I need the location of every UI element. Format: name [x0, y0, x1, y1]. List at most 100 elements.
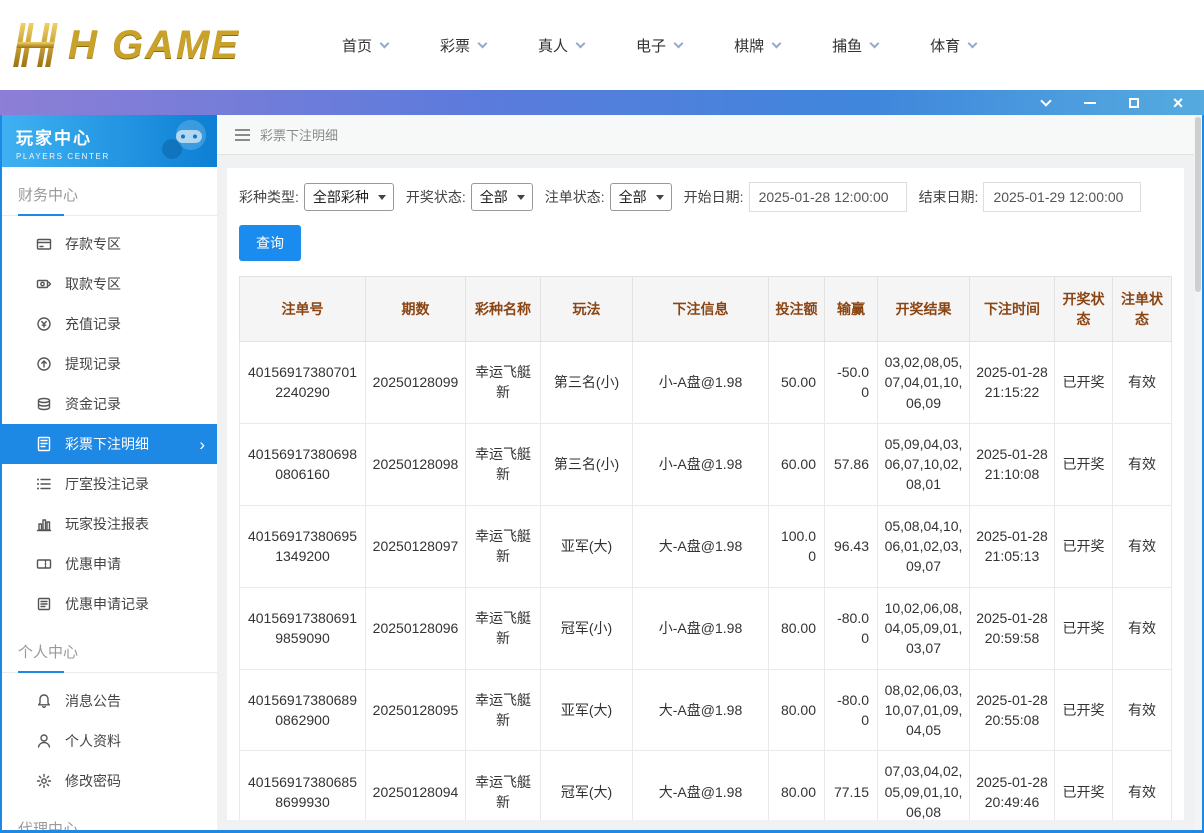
cell-bet-info: 大-A盘@1.98 — [633, 751, 769, 820]
end-date-input[interactable] — [983, 182, 1141, 212]
start-date-input[interactable] — [749, 182, 907, 212]
sidebar: 玩家中心 PLAYERS CENTER 财务中心 — [2, 115, 217, 830]
cell-win-loss: -50.00 — [825, 342, 878, 424]
cell-play-type: 冠军(小) — [541, 587, 633, 669]
table-row: 40156917380685869993020250128094幸运飞艇新冠军(… — [240, 751, 1172, 820]
recharge-record-icon — [36, 316, 52, 332]
chevron-right-icon: › — [199, 436, 205, 453]
lottery-type-select[interactable]: 全部彩种 — [304, 183, 394, 211]
sidebar-item-profile[interactable]: 个人资料 — [2, 721, 217, 761]
cell-draw-status: 已开奖 — [1055, 587, 1113, 669]
cell-lottery-name: 幸运飞艇新 — [466, 669, 541, 751]
cell-lottery-name: 幸运飞艇新 — [466, 342, 541, 424]
deposit-card-icon — [36, 236, 52, 252]
app-logo[interactable]: H GAME — [14, 23, 304, 68]
column-header-play-type: 玩法 — [541, 277, 633, 342]
sidebar-item-label: 优惠申请 — [65, 554, 121, 574]
sidebar-item-announcements[interactable]: 消息公告 — [2, 681, 217, 721]
cell-bet-info: 小-A盘@1.98 — [633, 423, 769, 505]
cell-draw-result: 05,09,04,03,06,07,10,02,08,01 — [878, 423, 970, 505]
table-header-row: 注单号期数彩种名称玩法下注信息投注额输赢开奖结果下注时间开奖状态注单状态 — [240, 277, 1172, 342]
bet-records-table: 注单号期数彩种名称玩法下注信息投注额输赢开奖结果下注时间开奖状态注单状态 401… — [239, 276, 1172, 820]
cell-bet-id: 401569173806951349200 — [240, 505, 366, 587]
sidebar-item-recharge-records[interactable]: 充值记录 — [2, 304, 217, 344]
draw-status-select[interactable]: 全部 — [471, 183, 533, 211]
sidebar-item-deposit-zone[interactable]: 存款专区 — [2, 224, 217, 264]
cell-bet-info: 小-A盘@1.98 — [633, 587, 769, 669]
cell-lottery-name: 幸运飞艇新 — [466, 423, 541, 505]
scrollbar-thumb[interactable] — [1195, 117, 1201, 292]
search-button[interactable]: 查询 — [239, 225, 301, 261]
sidebar-item-cashout-records[interactable]: 提现记录 — [2, 344, 217, 384]
logo-hh-monogram-icon — [10, 23, 64, 67]
column-header-draw-status: 开奖状态 — [1055, 277, 1113, 342]
minimize-icon[interactable] — [1082, 95, 1098, 111]
chevron-down-icon — [968, 38, 978, 48]
nav-item-slots[interactable]: 电子 — [636, 35, 682, 56]
sidebar-item-label: 优惠申请记录 — [65, 594, 149, 614]
sidebar-item-promo-apply-records[interactable]: 优惠申请记录 — [2, 584, 217, 624]
nav-item-lottery[interactable]: 彩票 — [440, 35, 486, 56]
cell-period: 20250128097 — [366, 505, 466, 587]
draw-status-label: 开奖状态: — [406, 187, 466, 207]
cell-bet-info: 小-A盘@1.98 — [633, 342, 769, 424]
column-header-bet-amount: 投注额 — [769, 277, 825, 342]
cell-bet-info: 大-A盘@1.98 — [633, 669, 769, 751]
sidebar-item-hall-bet-records[interactable]: 厅室投注记录 — [2, 464, 217, 504]
sidebar-item-label: 资金记录 — [65, 394, 121, 414]
nav-label: 捕鱼 — [832, 35, 862, 56]
sidebar-item-withdraw-zone[interactable]: 取款专区 — [2, 264, 217, 304]
table-row: 40156917380701224029020250128099幸运飞艇新第三名… — [240, 342, 1172, 424]
cell-bet-amount: 80.00 — [769, 751, 825, 820]
lottery-bet-detail-icon — [36, 436, 52, 452]
sidebar-item-promo-apply[interactable]: 优惠申请 — [2, 544, 217, 584]
cell-bet-time: 2025-01-28 20:55:08 — [970, 669, 1055, 751]
column-header-draw-result: 开奖结果 — [878, 277, 970, 342]
cell-period: 20250128096 — [366, 587, 466, 669]
cell-bet-time: 2025-01-28 21:05:13 — [970, 505, 1055, 587]
cell-bet-amount: 80.00 — [769, 587, 825, 669]
sidebar-item-lottery-bet-details[interactable]: 彩票下注明细 › — [2, 424, 217, 464]
nav-item-home[interactable]: 首页 — [342, 35, 388, 56]
cell-draw-result: 03,02,08,05,07,04,01,10,06,09 — [878, 342, 970, 424]
sidebar-item-label: 玩家投注报表 — [65, 514, 149, 534]
cell-win-loss: -80.00 — [825, 587, 878, 669]
cell-bet-id: 401569173806980806160 — [240, 423, 366, 505]
chevron-down-icon — [478, 38, 488, 48]
cell-period: 20250128095 — [366, 669, 466, 751]
hamburger-menu-icon[interactable] — [235, 129, 250, 141]
vertical-scrollbar[interactable] — [1194, 115, 1202, 830]
cell-play-type: 亚军(大) — [541, 505, 633, 587]
sidebar-item-funds-records[interactable]: 资金记录 — [2, 384, 217, 424]
cell-lottery-name: 幸运飞艇新 — [466, 751, 541, 820]
section-heading-agent: 代理中心 — [2, 801, 217, 830]
table-row: 40156917380695134920020250128097幸运飞艇新亚军(… — [240, 505, 1172, 587]
section-heading-personal: 个人中心 — [2, 624, 217, 673]
nav-item-fishing[interactable]: 捕鱼 — [832, 35, 878, 56]
lottery-type-label: 彩种类型: — [239, 187, 299, 207]
end-date-label: 结束日期: — [919, 187, 979, 207]
cell-bet-time: 2025-01-28 21:15:22 — [970, 342, 1055, 424]
close-icon[interactable]: × — [1170, 95, 1186, 111]
main-nav: 首页 彩票 真人 电子 棋牌 捕鱼 — [342, 35, 976, 56]
bet-status-select[interactable]: 全部 — [610, 183, 672, 211]
section-heading-finance: 财务中心 — [2, 167, 217, 216]
nav-item-live[interactable]: 真人 — [538, 35, 584, 56]
sidebar-item-change-password[interactable]: 修改密码 — [2, 761, 217, 801]
bet-status-label: 注单状态: — [545, 187, 605, 207]
cell-bet-amount: 80.00 — [769, 669, 825, 751]
column-header-bet-time: 下注时间 — [970, 277, 1055, 342]
chevron-down-icon[interactable] — [1038, 95, 1054, 111]
nav-item-sports[interactable]: 体育 — [930, 35, 976, 56]
withdraw-icon — [36, 276, 52, 292]
workspace: 彩种类型: 全部彩种 开奖状态: 全部 — [217, 155, 1194, 830]
sidebar-item-label: 彩票下注明细 — [65, 434, 149, 454]
maximize-icon[interactable] — [1126, 95, 1142, 111]
nav-item-cards[interactable]: 棋牌 — [734, 35, 780, 56]
table-row: 40156917380698080616020250128098幸运飞艇新第三名… — [240, 423, 1172, 505]
cell-bet-status: 有效 — [1113, 587, 1172, 669]
cell-bet-time: 2025-01-28 21:10:08 — [970, 423, 1055, 505]
sidebar-item-player-bet-report[interactable]: 玩家投注报表 — [2, 504, 217, 544]
cell-bet-status: 有效 — [1113, 505, 1172, 587]
window-titlebar[interactable]: × — [0, 90, 1204, 115]
